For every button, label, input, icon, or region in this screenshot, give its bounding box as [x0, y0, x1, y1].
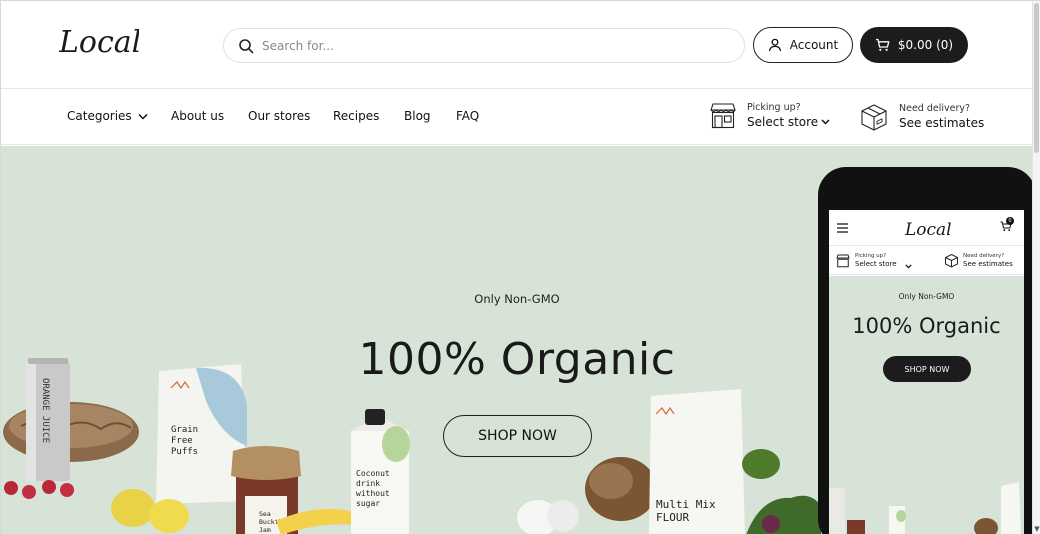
shop-now-button[interactable]: SHOP NOW	[443, 415, 592, 457]
nav-item-faq[interactable]: FAQ	[456, 109, 479, 123]
mobile-store-selector[interactable]: Picking up? Select store	[855, 253, 897, 269]
mobile-hero-title: 100% Organic	[852, 314, 1001, 338]
search-input[interactable]	[262, 35, 722, 57]
mobile-hero-eyebrow: Only Non-GMO	[898, 292, 955, 301]
mobile-package-icon	[945, 253, 958, 268]
nav-item-about-us[interactable]: About us	[171, 109, 224, 123]
hero-title: 100% Organic	[358, 334, 676, 385]
page-scrollbar[interactable]: ▼	[1032, 1, 1040, 534]
mobile-delivery-estimates[interactable]: Need delivery? See estimates	[963, 253, 1013, 269]
search-bar[interactable]	[223, 28, 745, 63]
nav-item-label: Categories	[67, 109, 132, 123]
mobile-select-store: Select store	[855, 260, 897, 268]
lemon	[111, 489, 155, 527]
mobile-see-estimates: See estimates	[963, 260, 1013, 268]
mobile-logo-text: Local	[904, 220, 951, 240]
see-estimates-link[interactable]: See estimates	[899, 115, 984, 131]
scroll-down-arrow-icon[interactable]: ▼	[1033, 525, 1040, 533]
site-header: Local Account $0.00 (0)	[1, 1, 1033, 89]
user-icon	[768, 38, 781, 52]
logo-text: Local	[59, 25, 139, 60]
nav-item-blog[interactable]: Blog	[404, 109, 431, 123]
delivery-prompt: Need delivery?	[899, 103, 971, 114]
nav-item-label: Blog	[404, 109, 431, 123]
avocado	[742, 449, 780, 479]
cart-button[interactable]: $0.00 (0)	[860, 27, 968, 63]
nav-item-label: Our stores	[248, 109, 311, 123]
search-icon	[239, 39, 254, 54]
scrollbar-thumb[interactable]	[1034, 3, 1039, 153]
mobile-cart-badge: 0	[1006, 217, 1014, 225]
chevron-down-icon	[905, 264, 912, 269]
pickup-prompt: Picking up?	[747, 102, 801, 113]
delivery-estimates[interactable]: Need delivery? See estimates	[859, 102, 984, 132]
orange-juice-label: ORANGE JUICE	[40, 378, 50, 443]
mobile-hero: Only Non-GMO 100% Organic SHOP NOW	[829, 276, 1024, 534]
hamburger-menu-icon[interactable]	[837, 223, 848, 233]
package-icon	[861, 104, 887, 131]
store-selector[interactable]: Picking up? Select store	[709, 102, 830, 130]
account-label: Account	[789, 38, 839, 52]
mobile-preview: Local 0 Picking up? Select store Need de…	[818, 167, 1036, 534]
nav-item-our-stores[interactable]: Our stores	[248, 109, 310, 123]
nav-item-label: FAQ	[456, 109, 480, 123]
select-store-label: Select store	[747, 115, 819, 129]
mobile-store-icon	[836, 254, 850, 268]
mobile-screen: Local 0 Picking up? Select store Need de…	[829, 210, 1024, 534]
mobile-pickup-prompt: Picking up?	[855, 253, 887, 259]
nav-item-categories[interactable]: Categories	[67, 109, 148, 123]
select-store-link[interactable]: Select store	[747, 114, 830, 130]
hero-eyebrow: Only Non-GMO	[474, 292, 560, 306]
logo[interactable]: Local	[59, 19, 139, 69]
cart-icon	[875, 38, 890, 51]
account-button[interactable]: Account	[753, 27, 853, 63]
nav-item-recipes[interactable]: Recipes	[333, 109, 379, 123]
mobile-logo[interactable]: Local	[903, 215, 951, 243]
mobile-store-bar: Picking up? Select store Need delivery? …	[829, 247, 1024, 275]
chevron-down-icon	[138, 113, 148, 120]
nav-item-label: Recipes	[333, 109, 380, 123]
greens	[746, 495, 821, 534]
cart-total: $0.00 (0)	[897, 38, 954, 52]
chevron-down-icon	[821, 119, 830, 125]
mobile-header: Local 0	[829, 210, 1024, 246]
mobile-delivery-prompt: Need delivery?	[963, 253, 1005, 259]
mobile-shop-now-button[interactable]: SHOP NOW	[883, 356, 971, 382]
store-icon	[710, 103, 736, 129]
page-frame: Local Account $0.00 (0)	[0, 0, 1040, 534]
nav-item-label: About us	[171, 109, 225, 123]
main-nav: Categories About us Our stores Recipes B…	[1, 90, 1033, 145]
